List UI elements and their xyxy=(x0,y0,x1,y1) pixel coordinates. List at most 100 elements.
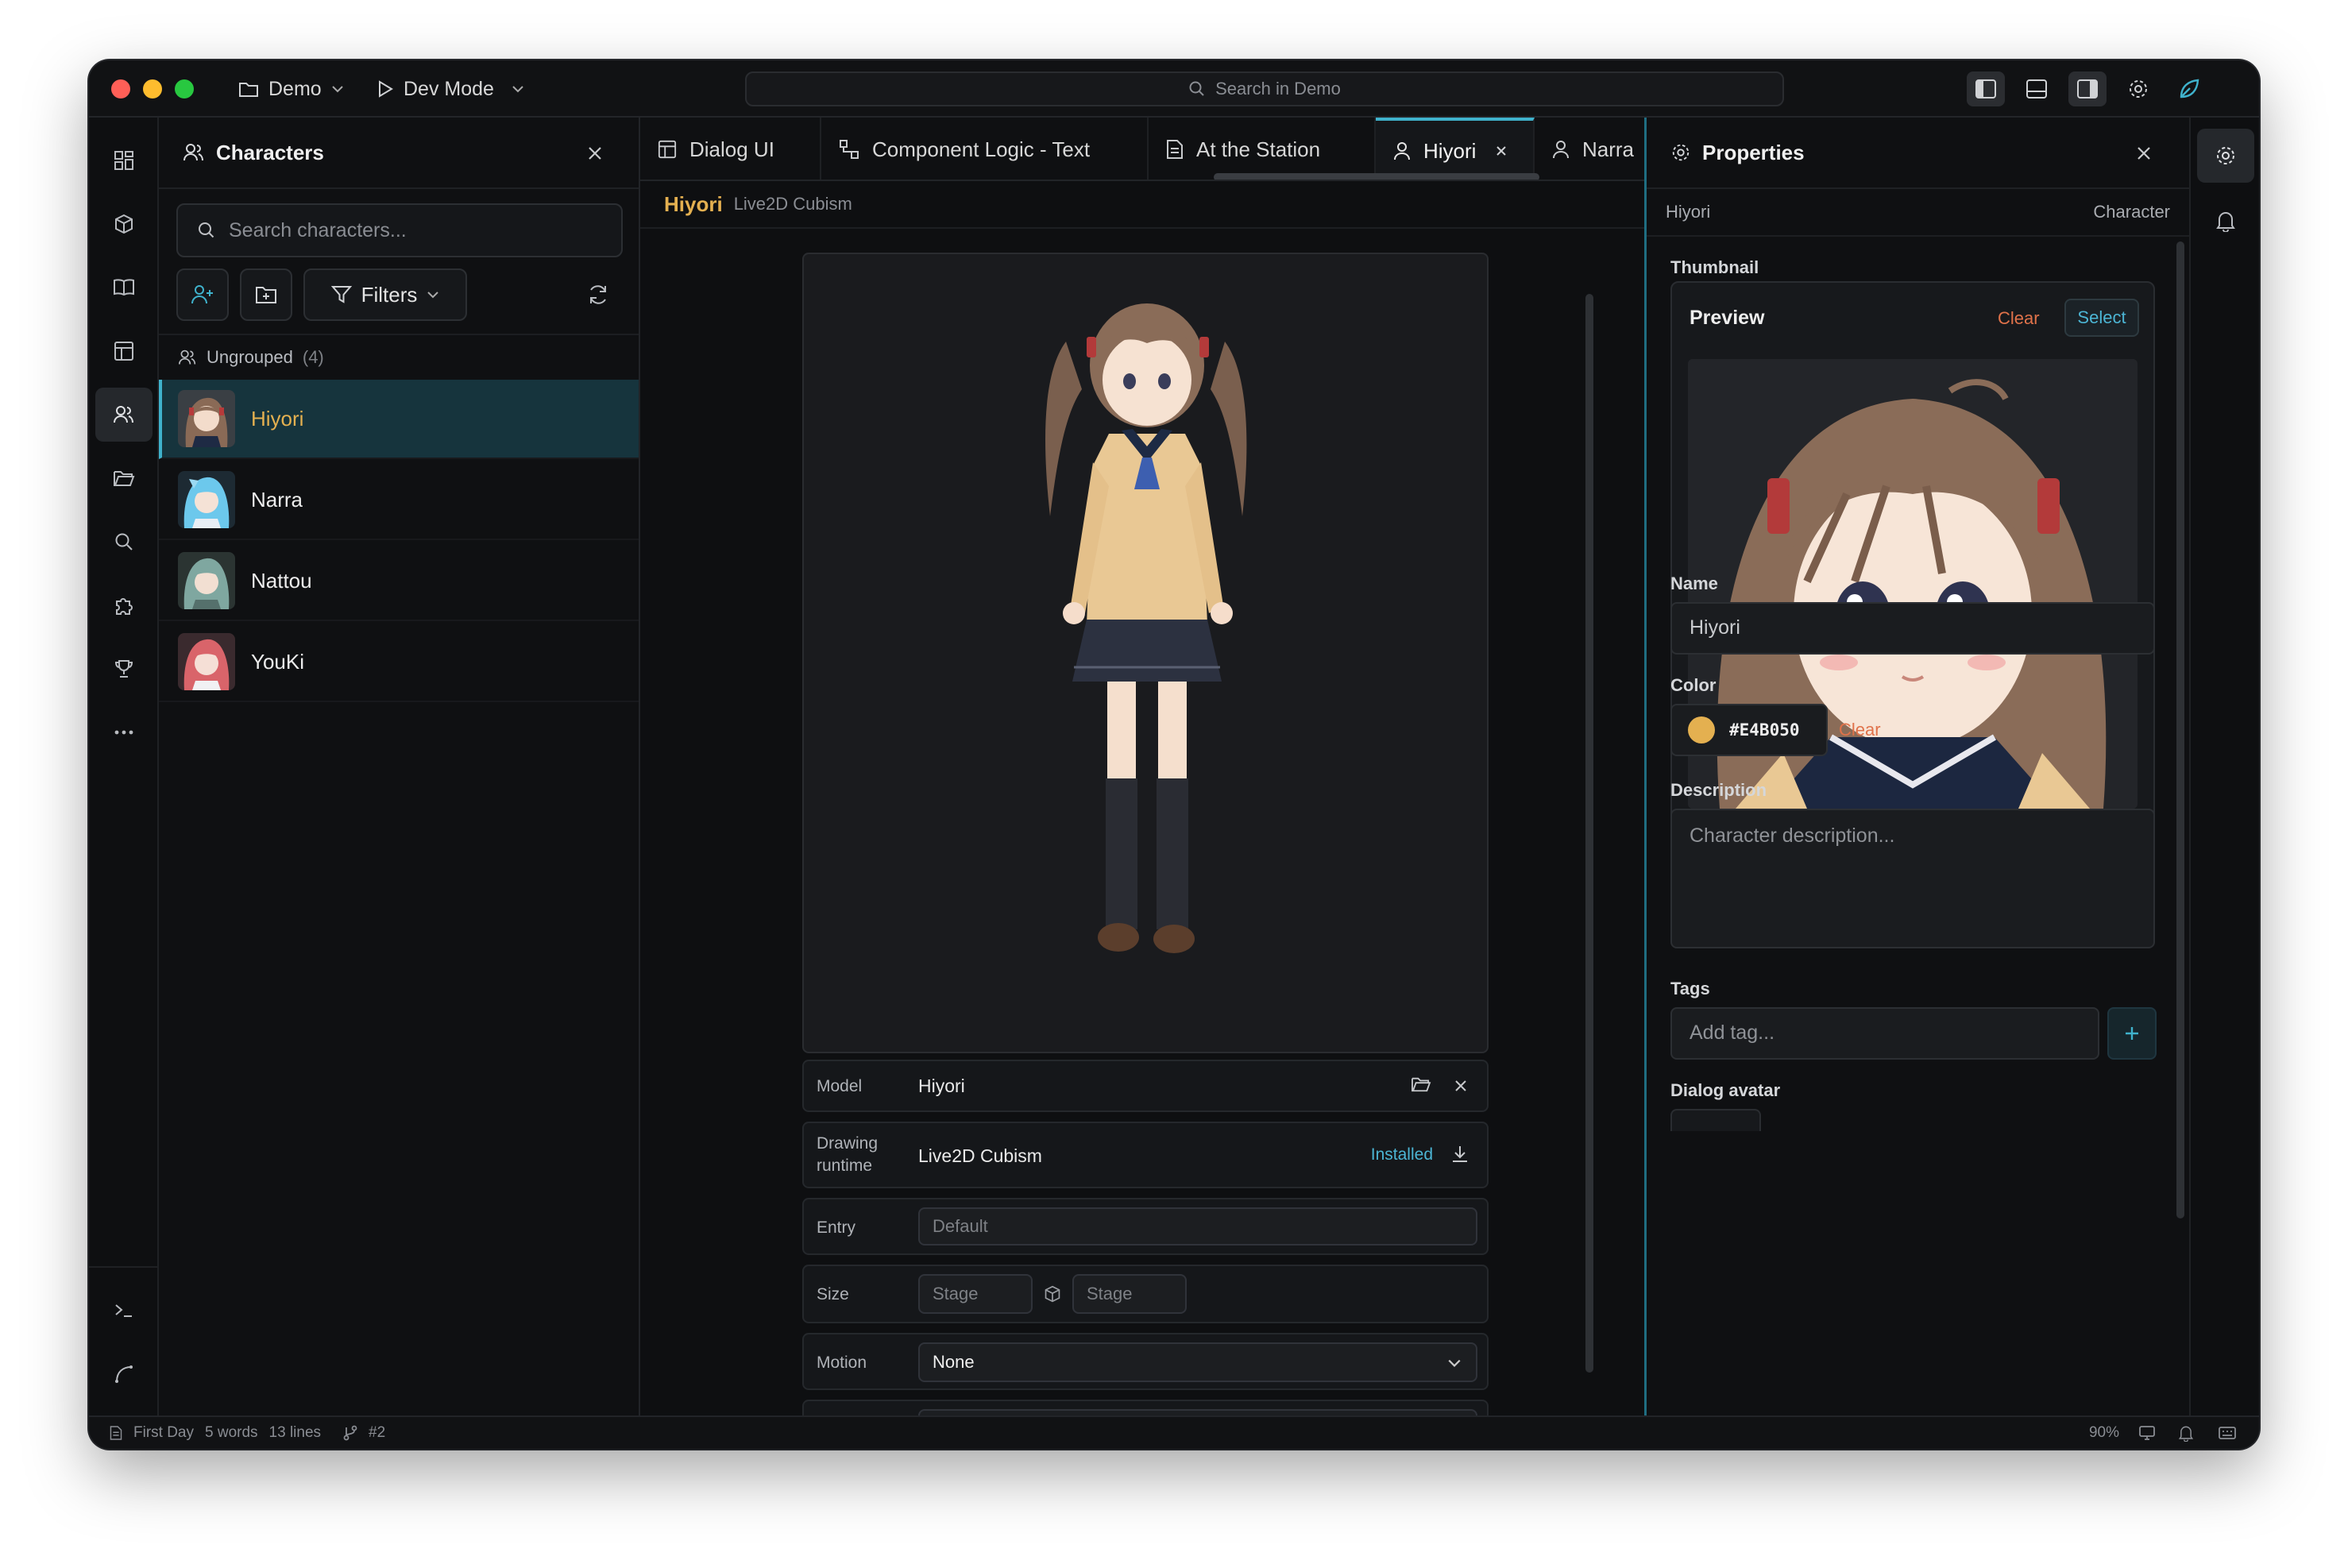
editor-scrollbar[interactable] xyxy=(1585,294,1593,1373)
group-ungrouped[interactable]: Ungrouped (4) xyxy=(159,334,639,380)
motion-value: None xyxy=(933,1352,975,1372)
activity-achievements[interactable] xyxy=(95,642,153,696)
character-name: Narra xyxy=(251,487,303,512)
layout-icon xyxy=(658,140,677,159)
character-item-nattou[interactable]: Nattou xyxy=(159,542,639,621)
clear-model-button[interactable] xyxy=(1454,1079,1468,1093)
size-width-input[interactable]: Stage xyxy=(918,1274,1033,1314)
description-textarea[interactable]: Character description... xyxy=(1670,809,2155,948)
close-characters-panel-button[interactable] xyxy=(583,141,607,165)
tags-input[interactable]: Add tag... xyxy=(1670,1007,2099,1060)
activity-assets[interactable] xyxy=(95,197,153,251)
avatar xyxy=(178,633,235,690)
tab-label: Narra xyxy=(1582,137,1635,161)
add-character-button[interactable] xyxy=(176,268,229,321)
name-label: Name xyxy=(1670,574,1718,593)
close-window-button[interactable] xyxy=(111,79,130,98)
bell-icon xyxy=(2216,212,2235,232)
tab-narra[interactable]: Narra xyxy=(1535,118,1644,180)
character-search-input[interactable] xyxy=(229,218,610,242)
character-search[interactable] xyxy=(176,203,623,257)
bell-icon[interactable] xyxy=(2178,1424,2194,1442)
toggle-left-sidebar-button[interactable] xyxy=(1967,71,2005,106)
tab-component-logic-text[interactable]: Component Logic - Text xyxy=(821,118,1149,180)
activity-search[interactable] xyxy=(95,515,153,569)
size-height-input[interactable]: Stage xyxy=(1072,1274,1187,1314)
activity-layout[interactable] xyxy=(95,324,153,378)
status-zoom[interactable]: 90% xyxy=(2089,1424,2119,1442)
tab-label: Component Logic - Text xyxy=(872,137,1091,161)
activity-characters[interactable] xyxy=(95,388,153,442)
tab-at-the-station[interactable]: At the Station xyxy=(1149,118,1376,180)
color-picker[interactable]: #E4B050 xyxy=(1670,704,1828,756)
keyboard-icon[interactable] xyxy=(2218,1425,2237,1441)
toggle-bottom-panel-button[interactable] xyxy=(2018,71,2056,106)
more-icon xyxy=(114,730,133,735)
refresh-icon xyxy=(590,285,606,304)
properties-title: Properties xyxy=(1702,140,1805,164)
project-selector[interactable]: Demo xyxy=(238,75,344,103)
activity-files[interactable] xyxy=(95,451,153,505)
minimize-window-button[interactable] xyxy=(143,79,162,98)
document-icon xyxy=(1167,140,1183,159)
activity-terminal[interactable] xyxy=(95,1284,153,1338)
character-item-youki[interactable]: YouKi xyxy=(159,623,639,702)
properties-subject: Hiyori Character xyxy=(1647,189,2189,237)
refresh-button[interactable] xyxy=(586,283,612,308)
entry-row: Entry Default xyxy=(802,1198,1489,1255)
add-group-button[interactable] xyxy=(240,268,292,321)
activity-curves[interactable] xyxy=(95,1347,153,1401)
app-logo-icon xyxy=(2170,71,2208,106)
activity-plugins[interactable] xyxy=(95,578,153,632)
tab-scrollbar[interactable] xyxy=(1214,173,1539,180)
browse-model-button[interactable] xyxy=(1411,1076,1431,1093)
rail-notifications-button[interactable] xyxy=(2197,194,2254,248)
global-search[interactable]: Search in Demo xyxy=(745,71,1784,106)
name-input[interactable]: Hiyori xyxy=(1670,602,2155,655)
puzzle-icon xyxy=(116,598,133,615)
tab-hiyori[interactable]: Hiyori xyxy=(1376,118,1535,180)
status-file[interactable]: First Day xyxy=(133,1424,194,1442)
status-branch[interactable]: #2 xyxy=(369,1424,385,1442)
runtime-label-line2: runtime xyxy=(817,1157,873,1175)
close-tab-icon[interactable] xyxy=(1495,145,1508,157)
character-item-narra[interactable]: Narra xyxy=(159,461,639,540)
mode-selector[interactable]: Dev Mode xyxy=(377,75,524,103)
close-properties-panel-button[interactable] xyxy=(2132,141,2156,165)
clear-thumbnail-button[interactable]: Clear xyxy=(1998,308,2040,329)
folder-open-icon xyxy=(1412,1077,1431,1092)
activity-dashboard[interactable] xyxy=(95,133,153,187)
grid-icon xyxy=(114,151,133,170)
download-runtime-button[interactable] xyxy=(1450,1144,1469,1164)
dialog-avatar-slot[interactable] xyxy=(1670,1109,1761,1131)
select-thumbnail-button[interactable]: Select xyxy=(2064,299,2139,337)
motion-label: Motion xyxy=(817,1354,867,1372)
add-tag-button[interactable] xyxy=(2107,1007,2157,1060)
download-icon xyxy=(1453,1146,1467,1162)
properties-scrollbar[interactable] xyxy=(2176,241,2184,1218)
cube-icon xyxy=(115,214,133,234)
character-stage-preview[interactable] xyxy=(802,253,1489,1053)
filters-button[interactable]: Filters xyxy=(303,268,467,321)
clear-color-button[interactable]: Clear xyxy=(1839,720,1881,740)
entry-input[interactable]: Default xyxy=(918,1207,1477,1246)
tab-dialog-ui[interactable]: Dialog UI xyxy=(640,118,821,180)
monitor-icon[interactable] xyxy=(2138,1425,2156,1441)
chevron-down-icon xyxy=(427,292,439,299)
character-name: YouKi xyxy=(251,649,304,674)
character-item-hiyori[interactable]: Hiyori xyxy=(159,380,639,459)
subject-type: Character xyxy=(2093,202,2170,222)
characters-panel-header: Characters xyxy=(159,118,639,189)
maximize-window-button[interactable] xyxy=(175,79,194,98)
activity-story[interactable] xyxy=(95,261,153,315)
rail-properties-button[interactable] xyxy=(2197,129,2254,183)
status-bar: First Day 5 words 13 lines #2 90% xyxy=(89,1415,2259,1449)
toggle-right-sidebar-button[interactable] xyxy=(2068,71,2107,106)
link-dimensions-icon[interactable] xyxy=(1044,1285,1061,1303)
next-property-row xyxy=(802,1400,1489,1425)
motion-select[interactable]: None xyxy=(918,1342,1477,1382)
settings-button[interactable] xyxy=(2119,71,2157,106)
activity-more[interactable] xyxy=(95,705,153,759)
breadcrumb: Hiyori Live2D Cubism xyxy=(640,181,1644,229)
preview-label: Preview xyxy=(1690,307,1765,329)
